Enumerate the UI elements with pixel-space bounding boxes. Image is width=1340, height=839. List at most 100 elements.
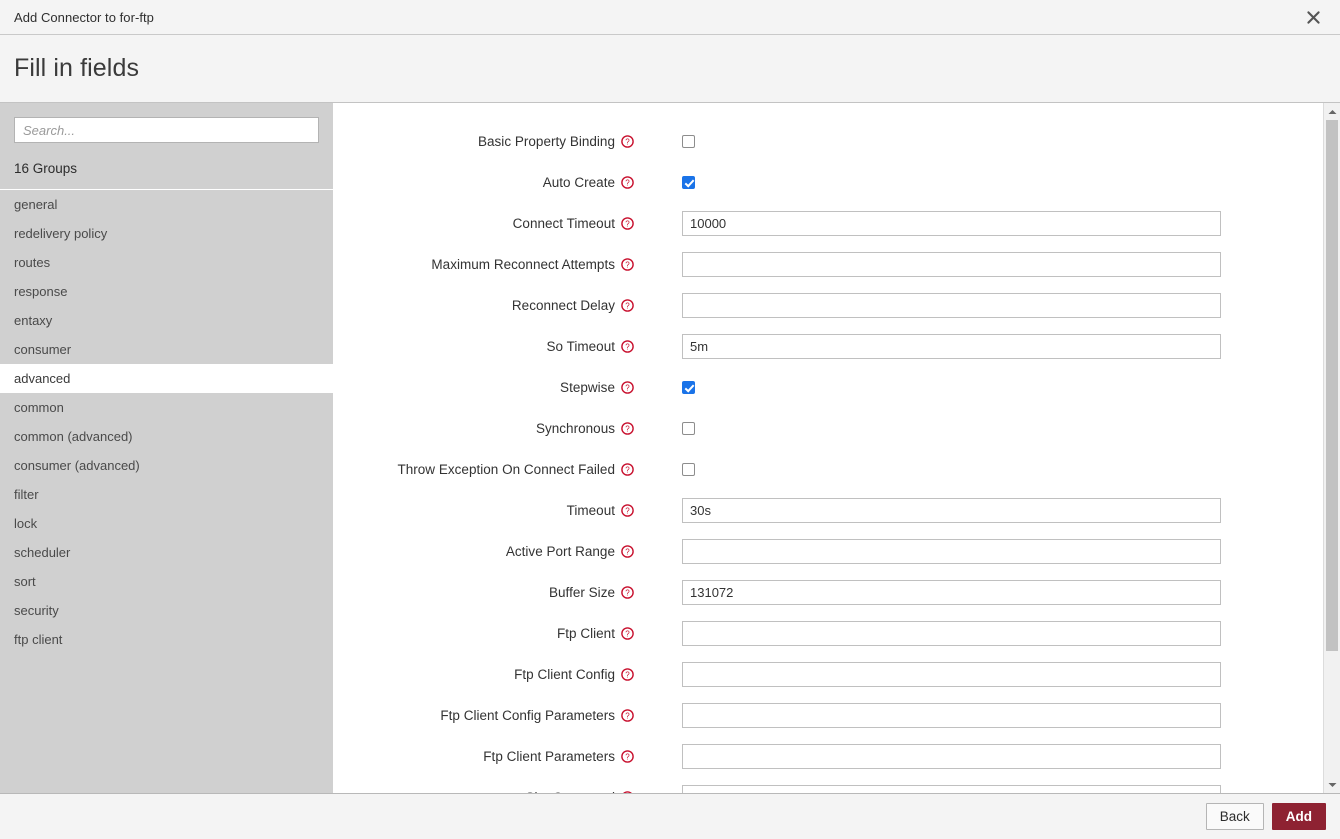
field-control-timeout [643, 498, 1298, 523]
back-button[interactable]: Back [1206, 803, 1264, 830]
help-icon[interactable]: ? [621, 668, 634, 681]
label-text: Stepwise [560, 380, 615, 395]
group-list: general redelivery policy routes respons… [0, 190, 333, 654]
help-icon[interactable]: ? [621, 422, 634, 435]
svg-text:?: ? [625, 261, 630, 270]
sidebar-item-lock[interactable]: lock [0, 509, 333, 538]
input-ftp-client-config-parameters[interactable] [682, 703, 1221, 728]
field-control-ftp-client-parameters [643, 744, 1298, 769]
sidebar-item-general[interactable]: general [0, 190, 333, 219]
search-wrapper [0, 117, 333, 143]
input-ftp-client-config[interactable] [682, 662, 1221, 687]
sidebar-filler [0, 654, 333, 793]
checkbox-throw-exception-on-connect-failed[interactable] [682, 463, 695, 476]
field-row-reconnect-delay: Reconnect Delay? [333, 285, 1323, 326]
sidebar-item-common-advanced[interactable]: common (advanced) [0, 422, 333, 451]
input-buffer-size[interactable] [682, 580, 1221, 605]
help-icon[interactable]: ? [621, 381, 634, 394]
help-icon[interactable]: ? [621, 258, 634, 271]
field-row-synchronous: Synchronous? [333, 408, 1323, 449]
svg-text:?: ? [625, 138, 630, 147]
add-button[interactable]: Add [1272, 803, 1326, 830]
input-ftp-client-parameters[interactable] [682, 744, 1221, 769]
chevron-down-icon[interactable] [1324, 776, 1340, 793]
help-icon[interactable]: ? [621, 217, 634, 230]
field-control-ftp-client-config-parameters [643, 703, 1298, 728]
input-connect-timeout[interactable] [682, 211, 1221, 236]
sidebar-item-entaxy[interactable]: entaxy [0, 306, 333, 335]
checkbox-synchronous[interactable] [682, 422, 695, 435]
chevron-up-icon[interactable] [1324, 103, 1340, 120]
sidebar-item-common[interactable]: common [0, 393, 333, 422]
svg-text:?: ? [625, 343, 630, 352]
field-label-active-port-range: Active Port Range? [333, 544, 643, 559]
field-label-maximum-reconnect-attempts: Maximum Reconnect Attempts? [333, 257, 643, 272]
help-icon[interactable]: ? [621, 135, 634, 148]
sidebar-item-scheduler[interactable]: scheduler [0, 538, 333, 567]
sidebar-item-filter[interactable]: filter [0, 480, 333, 509]
field-row-basic-property-binding: Basic Property Binding? [333, 121, 1323, 162]
add-connector-dialog: Add Connector to for-ftp Fill in fields … [0, 0, 1340, 839]
input-maximum-reconnect-attempts[interactable] [682, 252, 1221, 277]
label-text: Site Command [525, 790, 615, 793]
help-icon[interactable]: ? [621, 750, 634, 763]
help-icon[interactable]: ? [621, 545, 634, 558]
sidebar-item-consumer[interactable]: consumer [0, 335, 333, 364]
help-icon[interactable]: ? [621, 586, 634, 599]
checkbox-auto-create[interactable] [682, 176, 695, 189]
scrollbar-thumb[interactable] [1326, 120, 1338, 651]
sidebar-item-ftp-client[interactable]: ftp client [0, 625, 333, 654]
close-icon[interactable] [1296, 0, 1330, 35]
input-active-port-range[interactable] [682, 539, 1221, 564]
field-control-so-timeout [643, 334, 1298, 359]
sidebar-header: 16 Groups [0, 103, 333, 190]
field-label-connect-timeout: Connect Timeout? [333, 216, 643, 231]
checkbox-stepwise[interactable] [682, 381, 695, 394]
sidebar-item-redelivery-policy[interactable]: redelivery policy [0, 219, 333, 248]
window-title: Add Connector to for-ftp [0, 10, 154, 25]
sidebar-item-response[interactable]: response [0, 277, 333, 306]
sidebar-item-sort[interactable]: sort [0, 567, 333, 596]
label-text: Buffer Size [549, 585, 615, 600]
groups-count-label: 16 Groups [0, 143, 333, 190]
sidebar-item-routes[interactable]: routes [0, 248, 333, 277]
input-so-timeout[interactable] [682, 334, 1221, 359]
help-icon[interactable]: ? [621, 709, 634, 722]
help-icon[interactable]: ? [621, 299, 634, 312]
help-icon[interactable]: ? [621, 791, 634, 793]
sidebar-item-consumer-advanced[interactable]: consumer (advanced) [0, 451, 333, 480]
input-reconnect-delay[interactable] [682, 293, 1221, 318]
help-icon[interactable]: ? [621, 340, 634, 353]
svg-text:?: ? [625, 630, 630, 639]
input-site-command[interactable] [682, 785, 1221, 793]
help-icon[interactable]: ? [621, 463, 634, 476]
form-scrollbar[interactable] [1323, 103, 1340, 793]
input-timeout[interactable] [682, 498, 1221, 523]
label-text: Basic Property Binding [478, 134, 615, 149]
field-control-reconnect-delay [643, 293, 1298, 318]
field-label-ftp-client-parameters: Ftp Client Parameters? [333, 749, 643, 764]
help-icon[interactable]: ? [621, 627, 634, 640]
label-text: Synchronous [536, 421, 615, 436]
search-input[interactable] [14, 117, 319, 143]
groups-sidebar: 16 Groups general redelivery policy rout… [0, 103, 333, 793]
wizard-header: Fill in fields [0, 35, 1340, 103]
help-icon[interactable]: ? [621, 504, 634, 517]
sidebar-item-advanced[interactable]: advanced [0, 364, 333, 393]
svg-text:?: ? [625, 753, 630, 762]
field-control-ftp-client [643, 621, 1298, 646]
svg-text:?: ? [625, 179, 630, 188]
label-text: Ftp Client Parameters [483, 749, 615, 764]
checkbox-basic-property-binding[interactable] [682, 135, 695, 148]
label-text: Reconnect Delay [512, 298, 615, 313]
input-ftp-client[interactable] [682, 621, 1221, 646]
sidebar-item-security[interactable]: security [0, 596, 333, 625]
field-control-site-command [643, 785, 1298, 793]
field-label-so-timeout: So Timeout? [333, 339, 643, 354]
label-text: Auto Create [543, 175, 615, 190]
field-label-site-command: Site Command? [333, 790, 643, 793]
svg-text:?: ? [625, 589, 630, 598]
help-icon[interactable]: ? [621, 176, 634, 189]
form-field-list: Basic Property Binding?Auto Create?Conne… [333, 103, 1323, 793]
scrollbar-track[interactable] [1324, 120, 1340, 776]
